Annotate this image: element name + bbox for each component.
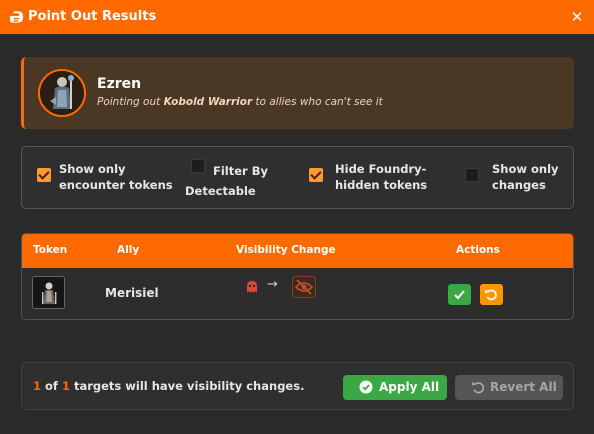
- header-visibility-change: Visibility Change: [236, 244, 336, 256]
- point-out-results-dialog: Point Out Results ✕ Ezren Pointing out K…: [0, 0, 594, 434]
- arrow-right-icon: →: [267, 277, 278, 292]
- results-table: Token Ally Visibility Change Actions Mer…: [21, 233, 574, 320]
- header-token: Token: [33, 244, 68, 256]
- dialog-title: Point Out Results: [28, 9, 157, 24]
- ghost-icon: [247, 281, 257, 293]
- revert-all-button[interactable]: Revert All: [455, 375, 563, 400]
- apply-all-label: Apply All: [379, 380, 440, 394]
- changes-only-checkbox[interactable]: [465, 168, 479, 182]
- undo-icon: [472, 381, 485, 394]
- header-ally: Ally: [117, 244, 140, 256]
- observer-banner: Ezren Pointing out Kobold Warrior to all…: [21, 57, 574, 129]
- observer-portrait-image: [40, 71, 84, 115]
- changes-only-label-line2: changes: [492, 178, 546, 192]
- changes-only-label-line1: Show only: [492, 162, 559, 176]
- apply-all-button[interactable]: Apply All: [343, 375, 447, 400]
- summary-suffix: targets will have visibility changes.: [69, 379, 305, 393]
- hide-foundry-hidden-label-line1: Hide Foundry-: [335, 162, 427, 176]
- revert-row-button[interactable]: [480, 284, 503, 305]
- observer-avatar: [38, 69, 86, 117]
- changes-only-label[interactable]: Show only changes: [492, 161, 559, 193]
- table-row: Merisiel →: [22, 268, 573, 319]
- visibility-target-state-button[interactable]: [292, 276, 316, 298]
- hide-foundry-hidden-checkbox[interactable]: [309, 168, 323, 182]
- summary-of: of: [41, 379, 62, 393]
- ally-token-portrait: [33, 277, 64, 308]
- observer-desc-prefix: Pointing out: [97, 96, 164, 108]
- filter-detectable-label-line1: Filter By: [213, 164, 268, 178]
- filter-detectable-label-line2: Detectable: [185, 184, 256, 198]
- close-button[interactable]: ✕: [568, 8, 586, 26]
- filter-detectable-label[interactable]: Filter By Detectable: [185, 163, 268, 199]
- encounter-only-label-line2: encounter tokens: [59, 178, 173, 192]
- observer-desc-suffix: to allies who can't see it: [252, 96, 383, 108]
- header-actions: Actions: [456, 244, 500, 256]
- encounter-only-checkbox[interactable]: [37, 168, 51, 182]
- revert-all-label: Revert All: [490, 380, 557, 394]
- filter-panel: Show only encounter tokens Filter By Det…: [21, 146, 574, 209]
- hide-foundry-hidden-label[interactable]: Hide Foundry- hidden tokens: [335, 161, 427, 193]
- encounter-only-label-line1: Show only: [59, 162, 126, 176]
- apply-row-button[interactable]: [448, 284, 471, 305]
- pointed-target-name: Kobold Warrior: [163, 96, 253, 108]
- pointing-hand-icon: [9, 11, 24, 23]
- changes-summary: 1 of 1 targets will have visibility chan…: [33, 379, 304, 393]
- undo-icon: [484, 289, 497, 301]
- changed-count: 1: [33, 379, 42, 393]
- eye-slash-icon: [294, 279, 314, 295]
- table-header: Token Ally Visibility Change Actions: [22, 234, 573, 268]
- observer-description: Pointing out Kobold Warrior to allies wh…: [97, 96, 383, 108]
- encounter-only-label[interactable]: Show only encounter tokens: [59, 161, 173, 193]
- check-circle-icon: [359, 380, 373, 394]
- ally-name: Merisiel: [105, 286, 159, 300]
- check-icon: [454, 290, 465, 300]
- total-count: 1: [61, 379, 70, 393]
- ally-token-image: [32, 276, 65, 309]
- hide-foundry-hidden-label-line2: hidden tokens: [335, 178, 428, 192]
- footer-bar: 1 of 1 targets will have visibility chan…: [21, 362, 574, 410]
- dialog-titlebar[interactable]: Point Out Results ✕: [0, 0, 594, 34]
- observer-name: Ezren: [97, 76, 142, 92]
